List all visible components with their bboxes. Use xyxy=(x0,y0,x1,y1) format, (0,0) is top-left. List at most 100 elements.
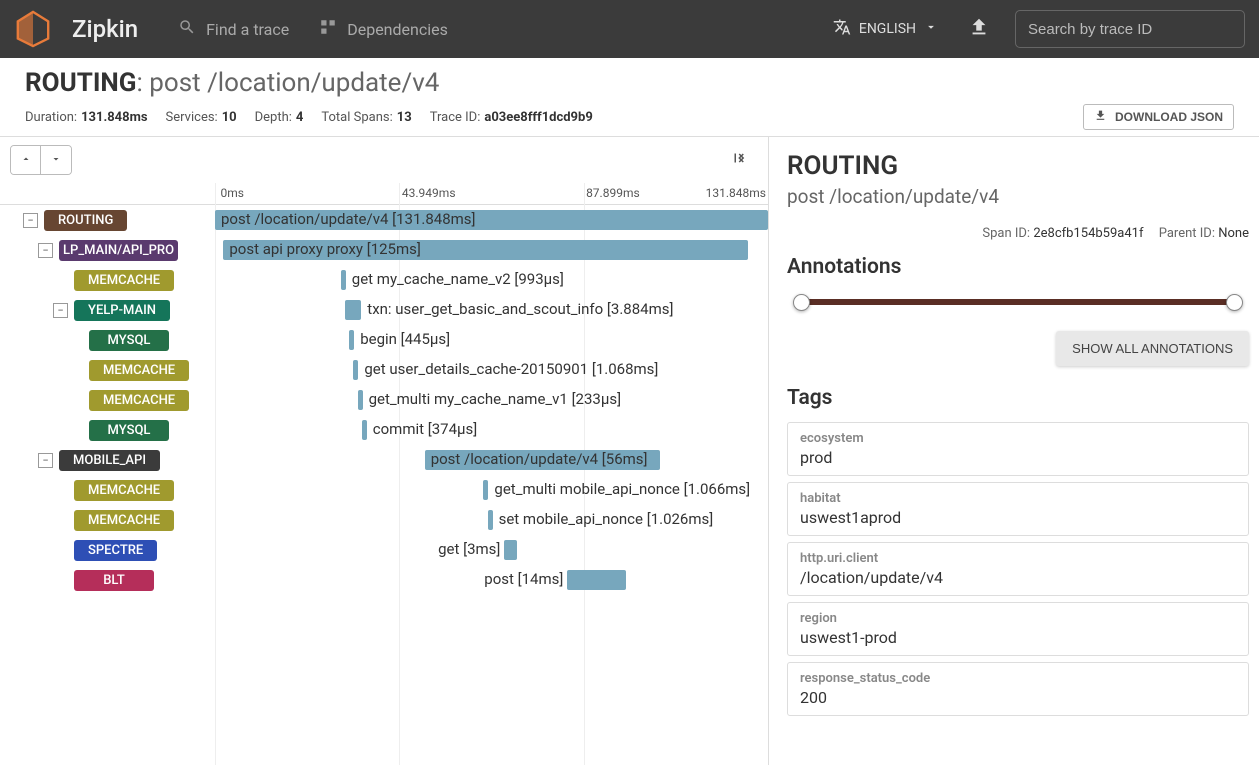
span-bar[interactable] xyxy=(362,420,367,440)
tag-item: habitatuswest1aprod xyxy=(787,482,1249,536)
span-bar-row[interactable]: get [3ms] xyxy=(215,535,768,565)
tag-value: prod xyxy=(800,448,1236,467)
service-badge: ROUTING xyxy=(44,210,127,231)
slider-thumb-right[interactable] xyxy=(1226,294,1243,311)
span-bar-row[interactable]: get my_cache_name_v2 [993µs] xyxy=(215,265,768,295)
span-bar-row[interactable]: begin [445µs] xyxy=(215,325,768,355)
span-bar[interactable] xyxy=(349,330,354,350)
span-label: txn: user_get_basic_and_scout_info [3.88… xyxy=(367,300,673,318)
span-label: post /location/update/v4 [131.848ms] xyxy=(221,210,476,228)
time-axis: 0ms 43.949ms 87.899ms 131.848ms xyxy=(215,183,768,205)
expand-panel-button[interactable] xyxy=(730,149,748,171)
detail-title: ROUTING xyxy=(787,151,1249,181)
collapse-toggle[interactable]: − xyxy=(38,243,53,258)
collapse-toggle[interactable]: − xyxy=(38,453,53,468)
meta-total-spans: Total Spans:13 xyxy=(321,110,411,125)
app-header: Zipkin Find a trace Dependencies ENGLISH xyxy=(0,0,1259,58)
show-all-annotations-button[interactable]: SHOW ALL ANNOTATIONS xyxy=(1056,331,1249,366)
span-label: get my_cache_name_v2 [993µs] xyxy=(352,270,564,288)
tree-row[interactable]: MEMCACHE xyxy=(0,265,215,295)
collapse-toggle[interactable]: − xyxy=(23,213,38,228)
language-selector[interactable]: ENGLISH xyxy=(833,18,938,40)
service-tree-column: −ROUTING−LP_MAIN/API_PROMEMCACHE−YELP-MA… xyxy=(0,183,215,765)
service-badge: MEMCACHE xyxy=(89,360,189,381)
tree-row[interactable]: MYSQL xyxy=(0,415,215,445)
trace-title: ROUTING: post /location/update/v4 xyxy=(25,68,1234,98)
download-label: DOWNLOAD JSON xyxy=(1115,110,1223,124)
meta-depth: Depth:4 xyxy=(255,110,304,125)
zipkin-logo xyxy=(14,10,52,48)
tag-key: region xyxy=(800,611,1236,626)
chevron-down-icon xyxy=(924,20,938,38)
find-trace-label: Find a trace xyxy=(206,20,289,39)
tick-0: 0ms xyxy=(221,186,244,200)
span-label: post [14ms] xyxy=(484,570,563,588)
span-bar-row[interactable]: set mobile_api_nonce [1.026ms] xyxy=(215,505,768,535)
tree-row[interactable]: MEMCACHE xyxy=(0,505,215,535)
dependencies-link[interactable]: Dependencies xyxy=(319,18,448,40)
tree-row[interactable]: −LP_MAIN/API_PRO xyxy=(0,235,215,265)
span-bar-row[interactable]: post [14ms] xyxy=(215,565,768,595)
tag-item: response_status_code200 xyxy=(787,662,1249,716)
download-json-button[interactable]: DOWNLOAD JSON xyxy=(1083,104,1234,130)
span-bar-row[interactable]: get_multi my_cache_name_v1 [233µs] xyxy=(215,385,768,415)
detail-subtitle: post /location/update/v4 xyxy=(787,185,1249,208)
trace-id-search-input[interactable] xyxy=(1015,10,1245,48)
tag-item: regionuswest1-prod xyxy=(787,602,1249,656)
tree-row[interactable]: BLT xyxy=(0,565,215,595)
tree-row[interactable]: SPECTRE xyxy=(0,535,215,565)
collapse-all-button[interactable] xyxy=(11,146,41,174)
service-badge: MEMCACHE xyxy=(74,480,174,501)
annotations-slider[interactable] xyxy=(787,291,1249,313)
span-bar-row[interactable]: txn: user_get_basic_and_scout_info [3.88… xyxy=(215,295,768,325)
span-bar[interactable] xyxy=(567,570,626,590)
find-trace-link[interactable]: Find a trace xyxy=(178,18,289,40)
span-label: post api proxy proxy [125ms] xyxy=(229,240,420,258)
upload-button[interactable] xyxy=(968,16,990,42)
span-bar-row[interactable]: post api proxy proxy [125ms] xyxy=(215,235,768,265)
tree-row[interactable]: MYSQL xyxy=(0,325,215,355)
span-bar[interactable] xyxy=(483,480,488,500)
span-label: get_multi my_cache_name_v1 [233µs] xyxy=(369,390,622,408)
tree-row[interactable]: −MOBILE_API xyxy=(0,445,215,475)
span-label: begin [445µs] xyxy=(360,330,450,348)
translate-icon xyxy=(833,18,851,40)
span-bar[interactable] xyxy=(488,510,493,530)
span-label: post /location/update/v4 [56ms] xyxy=(431,450,648,468)
span-detail-panel: ROUTING post /location/update/v4 Span ID… xyxy=(769,137,1259,765)
span-bar[interactable] xyxy=(345,300,361,320)
service-badge: YELP-MAIN xyxy=(74,300,170,321)
tree-row[interactable]: −ROUTING xyxy=(0,205,215,235)
language-label: ENGLISH xyxy=(859,21,916,37)
span-bar-row[interactable]: get_multi mobile_api_nonce [1.066ms] xyxy=(215,475,768,505)
service-badge: BLT xyxy=(74,570,154,591)
slider-thumb-left[interactable] xyxy=(793,294,810,311)
span-bar-row[interactable]: commit [374µs] xyxy=(215,415,768,445)
span-bar[interactable] xyxy=(341,270,346,290)
collapse-toggle[interactable]: − xyxy=(53,303,68,318)
tick-2: 87.899ms xyxy=(586,186,640,200)
tree-row[interactable]: −YELP-MAIN xyxy=(0,295,215,325)
service-badge: LP_MAIN/API_PRO xyxy=(59,240,178,261)
span-bar-row[interactable]: post /location/update/v4 [56ms] xyxy=(215,445,768,475)
span-bar-row[interactable]: post /location/update/v4 [131.848ms] xyxy=(215,205,768,235)
span-label: set mobile_api_nonce [1.026ms] xyxy=(499,510,714,528)
expand-all-button[interactable] xyxy=(41,146,71,174)
tick-1: 43.949ms xyxy=(402,186,456,200)
span-bar[interactable] xyxy=(504,540,517,560)
trace-timeline-panel: −ROUTING−LP_MAIN/API_PROMEMCACHE−YELP-MA… xyxy=(0,137,769,765)
span-bar[interactable] xyxy=(358,390,363,410)
meta-duration: Duration:131.848ms xyxy=(25,110,148,125)
tree-row[interactable]: MEMCACHE xyxy=(0,385,215,415)
span-bar-row[interactable]: get user_details_cache-20150901 [1.068ms… xyxy=(215,355,768,385)
span-ids: Span ID: 2e8cfb154b59a41f Parent ID: Non… xyxy=(787,226,1249,241)
span-bar[interactable] xyxy=(353,360,358,380)
tag-key: habitat xyxy=(800,491,1236,506)
service-badge: MEMCACHE xyxy=(89,390,189,411)
tag-value: 200 xyxy=(800,688,1236,707)
tree-row[interactable]: MEMCACHE xyxy=(0,475,215,505)
tag-key: ecosystem xyxy=(800,431,1236,446)
meta-services: Services:10 xyxy=(166,110,237,125)
tree-row[interactable]: MEMCACHE xyxy=(0,355,215,385)
service-badge: MEMCACHE xyxy=(74,270,174,291)
